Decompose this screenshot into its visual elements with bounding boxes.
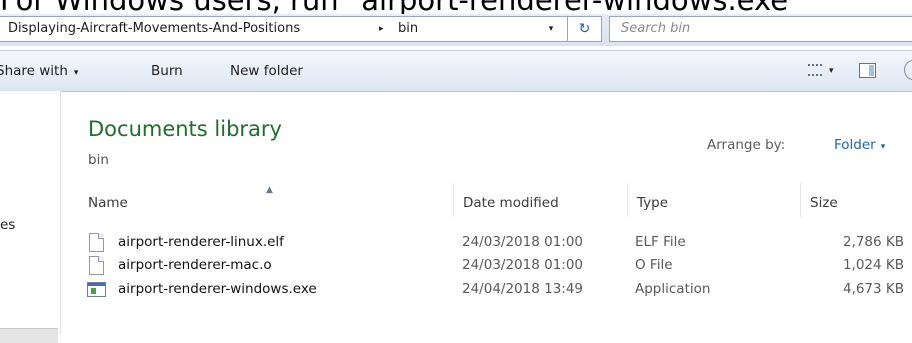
library-title: Documents library bbox=[88, 117, 282, 141]
breadcrumb-current[interactable]: bin bbox=[398, 17, 418, 41]
chevron-down-icon: ▾ bbox=[73, 68, 79, 78]
address-bar-row: Displaying-Aircraft-Movements-And-Positi… bbox=[0, 14, 912, 46]
change-view-icon[interactable] bbox=[808, 64, 822, 76]
command-toolbar: Share with ▾ Burn New folder ▾ bbox=[0, 50, 912, 92]
file-size: 1,024 KB bbox=[842, 257, 904, 273]
file-type: O File bbox=[635, 257, 673, 273]
file-name: airport-renderer-linux.elf bbox=[118, 234, 284, 250]
share-with-button[interactable]: Share with ▾ bbox=[0, 51, 78, 93]
document-icon bbox=[89, 256, 104, 275]
column-header-type[interactable]: Type bbox=[627, 183, 800, 217]
file-row[interactable]: airport-renderer-windows.exe 24/04/2018 … bbox=[86, 278, 912, 301]
file-name: airport-renderer-mac.o bbox=[118, 257, 272, 273]
address-dropdown-icon[interactable]: ▾ bbox=[536, 17, 566, 41]
file-type: Application bbox=[635, 281, 711, 297]
chevron-down-icon: ▾ bbox=[880, 142, 886, 152]
arrange-by-dropdown[interactable]: Folder ▾ bbox=[834, 137, 885, 153]
library-subtitle: bin bbox=[88, 152, 109, 168]
help-icon[interactable] bbox=[904, 60, 912, 80]
file-date: 24/04/2018 13:49 bbox=[462, 281, 584, 297]
file-size: 4,673 KB bbox=[842, 281, 904, 297]
file-row[interactable]: airport-renderer-mac.o 24/03/2018 01:00 … bbox=[86, 254, 912, 277]
view-options-dropdown-icon[interactable]: ▾ bbox=[829, 51, 834, 91]
nav-item-selected[interactable] bbox=[0, 328, 58, 343]
preview-pane-icon[interactable] bbox=[859, 63, 876, 78]
share-with-label: Share with bbox=[0, 63, 68, 79]
column-header-date[interactable]: Date modified bbox=[453, 183, 627, 217]
arrange-by-label: Arrange by: bbox=[707, 137, 786, 153]
column-header-name[interactable]: ▲ Name bbox=[77, 183, 453, 217]
column-header-name-label: Name bbox=[88, 195, 128, 211]
arrange-by-value: Folder bbox=[834, 137, 876, 153]
column-header-size[interactable]: Size bbox=[800, 183, 912, 217]
burn-button[interactable]: Burn bbox=[151, 51, 183, 91]
address-bar[interactable]: Displaying-Aircraft-Movements-And-Positi… bbox=[0, 16, 568, 42]
new-folder-button[interactable]: New folder bbox=[230, 51, 303, 91]
file-type: ELF File bbox=[635, 234, 686, 250]
sort-ascending-icon: ▲ bbox=[266, 185, 273, 195]
breadcrumb-separator-icon[interactable]: ▸ bbox=[379, 17, 384, 41]
file-row[interactable]: airport-renderer-linux.elf 24/03/2018 01… bbox=[86, 231, 912, 254]
document-icon bbox=[89, 233, 104, 252]
file-name: airport-renderer-windows.exe bbox=[118, 281, 317, 297]
refresh-icon[interactable]: ↻ bbox=[567, 16, 602, 42]
breadcrumb-parent[interactable]: Displaying-Aircraft-Movements-And-Positi… bbox=[8, 17, 300, 41]
search-input[interactable]: Search bin bbox=[609, 16, 912, 42]
file-date: 24/03/2018 01:00 bbox=[462, 257, 584, 273]
navigation-pane: es bbox=[0, 91, 61, 343]
application-icon bbox=[87, 282, 106, 297]
file-date: 24/03/2018 01:00 bbox=[462, 234, 584, 250]
file-size: 2,786 KB bbox=[842, 234, 904, 250]
nav-item-partial[interactable]: es bbox=[0, 217, 15, 233]
